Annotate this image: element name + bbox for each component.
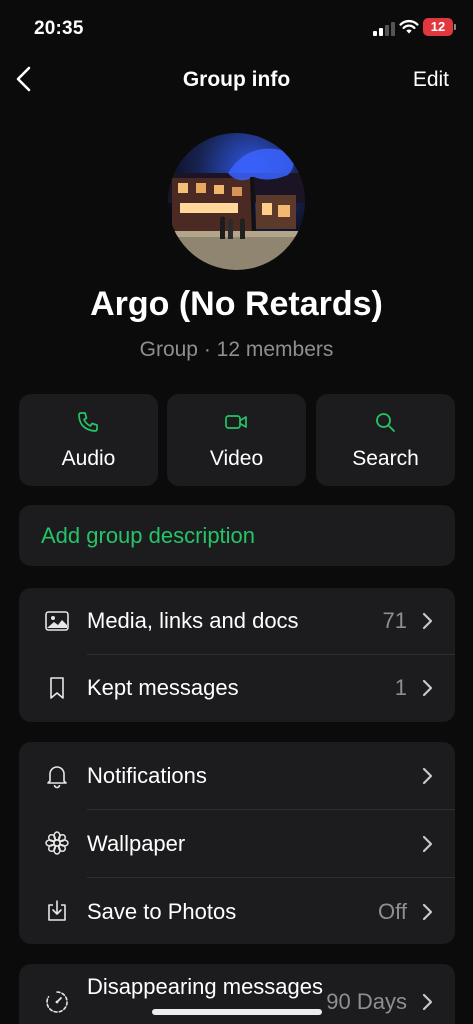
image-icon bbox=[45, 611, 69, 631]
search-icon bbox=[376, 413, 395, 432]
wallpaper-label: Wallpaper bbox=[87, 831, 186, 856]
phone-icon bbox=[78, 412, 98, 432]
privacy-section: Disappearing messages 90 Days bbox=[19, 964, 455, 1024]
status-bar: 20:35 12 bbox=[0, 0, 473, 56]
wifi-icon bbox=[399, 20, 419, 34]
video-call-label: Video bbox=[209, 447, 264, 470]
video-call-button[interactable]: Video bbox=[167, 394, 306, 486]
settings-section: Notifications Wallpaper Save to Photos O… bbox=[19, 742, 455, 944]
group-description-placeholder: Add group description bbox=[41, 523, 256, 548]
group-name: Argo (No Retards) bbox=[90, 285, 383, 323]
chevron-right-icon bbox=[422, 612, 433, 630]
page-title: Group info bbox=[182, 68, 291, 91]
group-avatar[interactable] bbox=[168, 133, 305, 270]
disappearing-messages-value: 90 Days bbox=[326, 989, 407, 1014]
chevron-right-icon bbox=[422, 835, 433, 853]
kept-messages-count: 1 bbox=[394, 675, 407, 700]
disappearing-messages-label: Disappearing messages bbox=[87, 974, 324, 999]
media-section: Media, links and docs 71 Kept messages 1 bbox=[19, 588, 455, 722]
video-camera-icon bbox=[225, 415, 247, 429]
wallpaper-flower-icon bbox=[45, 831, 69, 855]
audio-call-label: Audio bbox=[61, 447, 116, 470]
disappearing-messages-row[interactable]: Disappearing messages 90 Days bbox=[19, 964, 455, 1024]
save-to-photos-label: Save to Photos bbox=[87, 899, 237, 924]
download-tray-icon bbox=[48, 900, 66, 921]
cellular-signal-icon bbox=[373, 22, 395, 36]
notifications-row[interactable]: Notifications bbox=[19, 742, 455, 809]
bell-icon bbox=[47, 766, 67, 789]
status-time: 20:35 bbox=[34, 18, 84, 39]
group-member-count: Group · 12 members bbox=[139, 338, 334, 361]
kept-messages-row[interactable]: Kept messages 1 bbox=[19, 655, 455, 722]
save-to-photos-row[interactable]: Save to Photos Off bbox=[19, 878, 455, 944]
search-label: Search bbox=[352, 447, 419, 470]
home-indicator[interactable] bbox=[152, 1009, 322, 1015]
chevron-right-icon bbox=[422, 767, 433, 785]
add-group-description-button[interactable]: Add group description bbox=[19, 505, 455, 566]
edit-button[interactable]: Edit bbox=[413, 68, 449, 92]
chevron-right-icon bbox=[422, 903, 433, 921]
wallpaper-row[interactable]: Wallpaper bbox=[19, 810, 455, 877]
navigation-bar: Group info Edit bbox=[0, 56, 473, 104]
media-count: 71 bbox=[382, 608, 407, 633]
chevron-right-icon bbox=[422, 679, 433, 697]
battery-icon: 12 bbox=[423, 18, 453, 36]
save-to-photos-value: Off bbox=[378, 899, 407, 924]
media-links-docs-row[interactable]: Media, links and docs 71 bbox=[19, 588, 455, 655]
search-button[interactable]: Search bbox=[316, 394, 455, 486]
bookmark-icon bbox=[50, 677, 64, 699]
audio-call-button[interactable]: Audio bbox=[19, 394, 158, 486]
timer-icon bbox=[46, 991, 68, 1013]
notifications-label: Notifications bbox=[87, 763, 207, 788]
battery-cap bbox=[454, 24, 456, 30]
kept-messages-label: Kept messages bbox=[87, 675, 239, 700]
chevron-right-icon bbox=[422, 993, 433, 1011]
media-links-docs-label: Media, links and docs bbox=[87, 608, 299, 633]
